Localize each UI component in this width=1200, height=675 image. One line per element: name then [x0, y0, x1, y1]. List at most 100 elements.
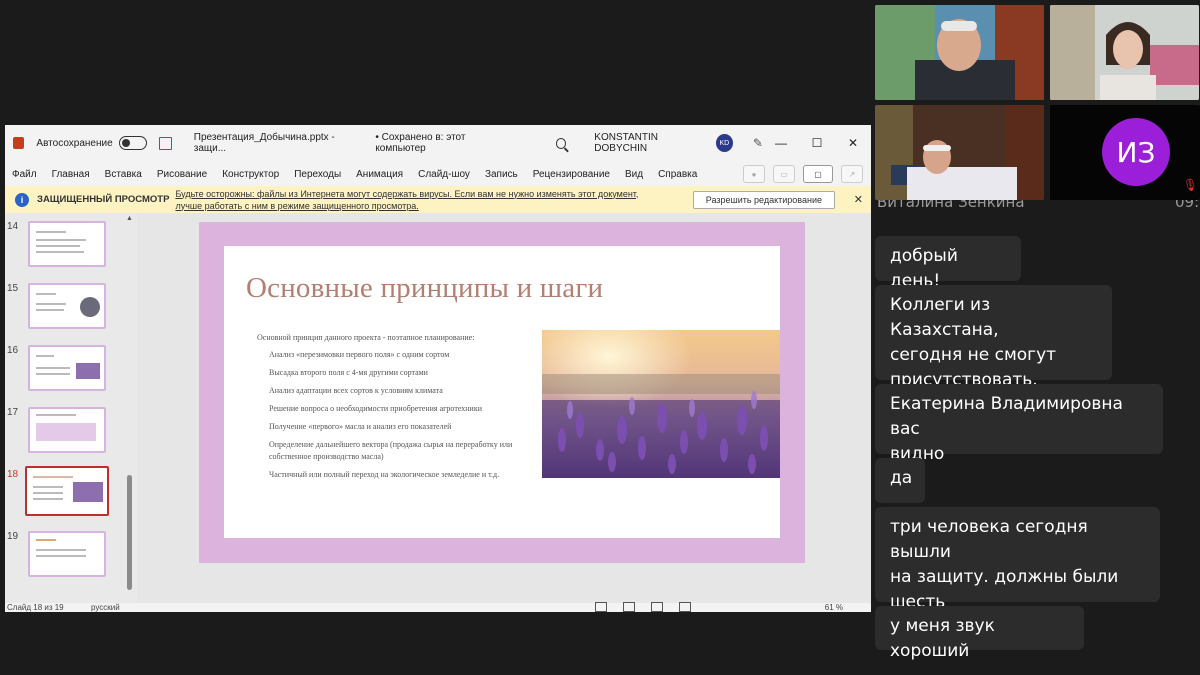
menu-animations[interactable]: Анимация	[349, 169, 411, 180]
participant-avatar: ИЗ	[1102, 118, 1170, 186]
autosave-label: Автосохранение	[36, 137, 113, 149]
reading-view-icon[interactable]	[651, 602, 663, 612]
video-tile-participant-4[interactable]: ИЗ 🎙	[1050, 105, 1200, 200]
powerpoint-window: Автосохранение Презентация_Добычина.pptx…	[5, 125, 871, 612]
chat-message-line: у меня звук хороший	[890, 616, 995, 661]
share-icon[interactable]: ↗	[841, 165, 863, 183]
chat-message-line: видно	[890, 444, 945, 464]
slide-thumbnail[interactable]	[28, 221, 106, 267]
menu-record[interactable]: Запись	[478, 169, 526, 180]
chat-message-line: три человека сегодня вышли	[890, 517, 1088, 562]
saved-status: • Сохранено в: этот компьютер	[375, 132, 466, 154]
thumbnail-row[interactable]: 16	[5, 345, 129, 393]
menu-home[interactable]: Главная	[45, 169, 98, 180]
video-tile-participant-3[interactable]	[875, 105, 1044, 200]
autosave-toggle[interactable]	[118, 136, 148, 150]
slide-counter: Слайд 18 из 19	[7, 603, 64, 612]
thumbnail-row[interactable]: 15	[5, 283, 129, 331]
chat-message-line: на защиту. должны были	[890, 567, 1119, 587]
document-title[interactable]: Презентация_Добычина.pptx - защи...	[194, 132, 362, 154]
slide-bullet: Определение дальнейшего вектора (продажа…	[269, 440, 513, 461]
menu-file[interactable]: Файл	[5, 169, 45, 180]
enable-editing-button[interactable]: Разрешить редактирование	[692, 190, 835, 209]
thumbnail-row-selected[interactable]: 18	[5, 466, 129, 517]
menu-transitions[interactable]: Переходы	[287, 169, 349, 180]
thumbnail-row[interactable]: 17	[5, 407, 129, 455]
slide-body-text[interactable]: Основной принцип данного проекта - поэта…	[257, 332, 545, 487]
thumbnail-row[interactable]: 19	[5, 531, 129, 579]
chat-message[interactable]: три человека сегодня вышли на защиту. до…	[875, 507, 1160, 612]
slide-bullet: Получение «первого» масла и анализ его п…	[269, 422, 452, 431]
chat-message[interactable]: Екатерина Владимировна вас видно	[875, 384, 1163, 464]
present-icon[interactable]: ▭	[773, 165, 795, 183]
menu-draw[interactable]: Рисование	[150, 169, 215, 180]
scroll-up-icon[interactable]: ▲	[126, 215, 133, 222]
protected-message-line-1: Будьте осторожны: файлы из Интернета мог…	[175, 188, 639, 199]
protected-message-line-2: лучше работать с ним в режиме защищенног…	[175, 200, 419, 211]
menu-view[interactable]: Вид	[618, 169, 651, 180]
slide-number: 18	[7, 469, 19, 480]
scrollbar-thumb[interactable]	[127, 475, 132, 590]
menu-help[interactable]: Справка	[651, 169, 705, 180]
powerpoint-logo-icon	[13, 137, 25, 149]
menu-insert[interactable]: Вставка	[98, 169, 150, 180]
protected-view-title: ЗАЩИЩЕННЫЙ ПРОСМОТР	[37, 194, 170, 205]
slide-thumbnail-panel: 14 15 16 17 18 19 ▲	[5, 213, 137, 603]
record-icon[interactable]: ●	[743, 165, 765, 183]
pen-icon[interactable]: ✎	[753, 136, 763, 150]
ribbon-menu: Файл Главная Вставка Рисование Конструкт…	[5, 163, 871, 185]
save-icon[interactable]	[159, 136, 172, 150]
normal-view-icon[interactable]	[595, 602, 607, 612]
slide-number: 16	[7, 345, 19, 356]
slide-frame[interactable]: Основные принципы и шаги Основной принци…	[199, 222, 805, 563]
slide-content: Основные принципы и шаги Основной принци…	[224, 246, 780, 538]
slide-bullet: Высадка второго поля с 4-мя другими сорт…	[269, 368, 428, 377]
chat-message[interactable]: да	[875, 458, 925, 503]
menu-slideshow[interactable]: Слайд-шоу	[411, 169, 478, 180]
language-indicator[interactable]: русский	[91, 603, 120, 612]
comments-icon[interactable]: ▢	[803, 165, 833, 183]
maximize-button[interactable]: ☐	[799, 136, 835, 150]
video-tile-participant-1[interactable]	[875, 5, 1044, 100]
protected-bar-close-icon[interactable]: ✕	[854, 193, 863, 206]
chat-message[interactable]: добрый день!	[875, 236, 1021, 291]
slide-number: 19	[7, 531, 19, 542]
video-tile-participant-2[interactable]	[1050, 5, 1199, 100]
slide-title[interactable]: Основные принципы и шаги	[246, 272, 603, 305]
shield-icon: i	[15, 192, 29, 207]
chat-message-line: да	[890, 468, 913, 488]
slide-bullet: Решение вопроса о необходимости приобрет…	[269, 404, 482, 413]
slide-canvas: Основные принципы и шаги Основной принци…	[145, 213, 871, 603]
slide-bullet: Анализ «перезимовки первого поля» с одни…	[269, 350, 450, 359]
slide-sorter-icon[interactable]	[623, 602, 635, 612]
protected-view-message[interactable]: Будьте осторожны: файлы из Интернета мог…	[175, 188, 675, 212]
slide-thumbnail[interactable]	[28, 407, 106, 453]
chat-message-line: Екатерина Владимировна вас	[890, 394, 1123, 439]
chat-message-line: сегодня не смогут	[890, 345, 1057, 365]
slide-thumbnail[interactable]	[28, 283, 106, 329]
slide-number: 15	[7, 283, 19, 294]
slide-bullet: Частичный или полный переход на экологич…	[269, 470, 500, 479]
slide-bullet: Анализ адаптации всех сортов к условиям …	[269, 386, 443, 395]
slide-number: 14	[7, 221, 19, 232]
close-button[interactable]: ✕	[835, 136, 871, 150]
chat-message[interactable]: у меня звук хороший	[875, 606, 1084, 661]
slide-thumbnail-selected[interactable]	[25, 466, 109, 516]
menu-design[interactable]: Конструктор	[215, 169, 287, 180]
participant-time: 09:	[1175, 200, 1200, 211]
minimize-button[interactable]: —	[763, 136, 799, 150]
slide-thumbnail[interactable]	[28, 531, 106, 577]
slideshow-icon[interactable]	[679, 602, 691, 612]
chat-message[interactable]: Коллеги из Казахстана, сегодня не смогут…	[875, 285, 1112, 390]
lavender-field-image[interactable]	[542, 330, 780, 478]
thumbnail-row[interactable]: 14	[5, 221, 129, 269]
user-avatar[interactable]: KD	[715, 134, 733, 152]
search-icon[interactable]	[555, 137, 567, 149]
editor-area: 14 15 16 17 18 19 ▲ Основные принципы и …	[5, 213, 871, 603]
slide-number: 17	[7, 407, 19, 418]
menu-review[interactable]: Рецензирование	[526, 169, 618, 180]
slide-thumbnail[interactable]	[28, 345, 106, 391]
zoom-level[interactable]: 61 %	[825, 603, 843, 612]
thumbnail-scrollbar[interactable]: ▲	[126, 213, 133, 603]
participant-name-strip: Виталина Зенкина 09:	[875, 200, 1200, 218]
